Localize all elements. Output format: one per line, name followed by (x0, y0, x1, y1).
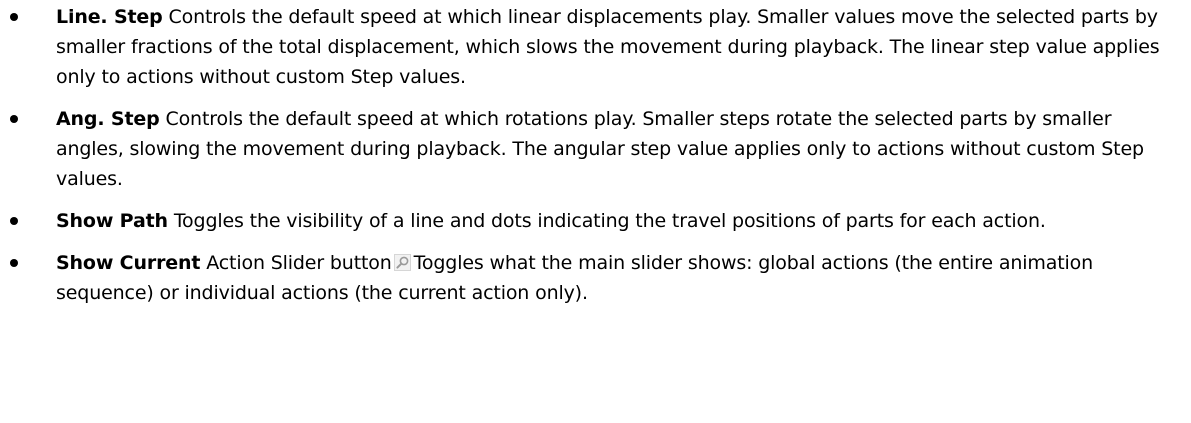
list-item-ang-step: Ang. Step Controls the default speed at … (0, 104, 1191, 194)
bullet-icon (10, 13, 18, 21)
label-action-slider-button: Action Slider button (206, 252, 392, 274)
bullet-icon (10, 115, 18, 123)
magnifier-icon (393, 254, 411, 271)
bullet-icon (10, 259, 18, 267)
bullet-icon (10, 217, 18, 225)
term-ang-step: Ang. Step (56, 108, 160, 130)
list-item-line-step: Line. Step Controls the default speed at… (0, 2, 1191, 92)
description-ang-step: Controls the default speed at which rota… (56, 108, 1144, 190)
bullet-list: Line. Step Controls the default speed at… (0, 2, 1191, 308)
description-show-path: Toggles the visibility of a line and dot… (173, 210, 1046, 232)
list-item-show-current: Show Current Action Slider button Toggles… (0, 248, 1191, 308)
term-show-path: Show Path (56, 210, 168, 232)
document-page: Line. Step Controls the default speed at… (0, 0, 1191, 423)
description-line-step: Controls the default speed at which line… (56, 6, 1160, 88)
term-line-step: Line. Step (56, 6, 163, 28)
list-item-show-path: Show Path Toggles the visibility of a li… (0, 206, 1191, 236)
term-show-current: Show Current (56, 252, 201, 274)
